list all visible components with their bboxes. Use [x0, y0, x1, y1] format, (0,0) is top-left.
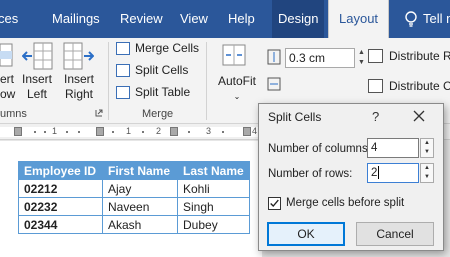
distribute-rows-icon — [368, 49, 383, 63]
ok-button[interactable]: OK — [267, 222, 345, 246]
rows-input[interactable]: 2 — [367, 163, 419, 183]
table-cell[interactable]: Singh — [177, 197, 250, 216]
ruler-tick — [34, 131, 36, 133]
merge-cells-button[interactable]: Merge Cells — [116, 39, 199, 57]
ruler-tick — [222, 131, 224, 133]
merge-cells-icon — [116, 41, 130, 55]
table-cell[interactable]: Dubey — [177, 215, 250, 234]
split-cells-icon — [116, 63, 130, 77]
split-table-icon — [116, 85, 130, 99]
tab-mailings[interactable]: Mailings — [52, 0, 100, 38]
tab-review[interactable]: Review — [120, 0, 163, 38]
row-height-stepper[interactable]: ▲ ▼ — [356, 48, 367, 68]
columns-stepper[interactable]: ▲ ▼ — [420, 138, 434, 158]
distribute-columns-icon — [368, 79, 383, 93]
distribute-columns-button[interactable]: Distribute Co — [368, 76, 450, 96]
row-height-input[interactable]: 0.3 cm — [285, 48, 355, 68]
tab-layout[interactable]: Layout — [328, 0, 390, 38]
ruler-tick — [44, 131, 46, 133]
group-label-merge: Merge — [142, 108, 174, 120]
table-header-row: Employee ID First Name Last Name — [18, 161, 250, 180]
distribute-rows-button[interactable]: Distribute Ro — [368, 46, 450, 66]
column-marker[interactable] — [96, 127, 104, 136]
group-separator — [206, 42, 207, 120]
group-separator — [108, 42, 109, 120]
ribbon-tab-bar: ces Mailings Review View Help Design Lay… — [0, 0, 450, 38]
lightbulb-icon[interactable] — [404, 11, 418, 27]
close-icon[interactable] — [412, 109, 426, 123]
group-label-rows-columns: umns — [0, 108, 27, 120]
rows-stepper[interactable]: ▲ ▼ — [420, 163, 434, 183]
insert-below-button[interactable]: ert ow — [0, 72, 15, 102]
split-cells-dialog: Split Cells ? Number of columns: 4 ▲ ▼ Nu… — [258, 103, 444, 251]
insert-left-button[interactable]: Insert Left — [22, 72, 52, 102]
tab-help[interactable]: Help — [228, 0, 255, 38]
document-page[interactable]: Employee ID First Name Last Name 02212 A… — [0, 141, 262, 257]
header-cell[interactable]: First Name — [102, 161, 178, 180]
ruler-number: 2 — [156, 126, 162, 136]
column-marker[interactable] — [243, 127, 251, 136]
header-cell[interactable]: Last Name — [177, 161, 250, 180]
table-row: 02232 Naveen Singh — [18, 197, 250, 216]
row-height-icon — [267, 49, 281, 65]
table-cell[interactable]: Akash — [102, 215, 178, 234]
column-width-icon — [267, 77, 281, 91]
table-cell[interactable]: Naveen — [102, 197, 178, 216]
header-cell[interactable]: Employee ID — [18, 161, 103, 180]
table-row: 02212 Ajay Kohli — [18, 179, 250, 198]
table-row: 02344 Akash Dubey — [18, 215, 250, 234]
ruler-number: 4 — [252, 126, 258, 136]
dialog-launcher-icon[interactable] — [95, 109, 103, 117]
employee-table[interactable]: Employee ID First Name Last Name 02212 A… — [18, 161, 250, 234]
ruler-tick — [78, 131, 80, 133]
indent-marker[interactable] — [14, 127, 22, 136]
tab-design[interactable]: Design — [272, 0, 325, 38]
dialog-title: Split Cells — [268, 110, 322, 124]
ruler-number: 1 — [126, 126, 132, 136]
ruler-tick — [188, 131, 190, 133]
columns-input[interactable]: 4 — [367, 138, 419, 158]
merge-before-split-checkbox[interactable] — [268, 197, 281, 210]
tab-partial[interactable]: ces — [0, 0, 18, 38]
cancel-button[interactable]: Cancel — [356, 222, 434, 246]
insert-right-icon — [63, 42, 94, 70]
table-cell[interactable]: 02212 — [18, 179, 103, 198]
insert-right-button[interactable]: Insert Right — [64, 72, 94, 102]
table-cell[interactable]: Kohli — [177, 179, 250, 198]
split-table-button[interactable]: Split Table — [116, 83, 190, 101]
rows-label: Number of rows: — [268, 168, 353, 180]
ruler-tick — [66, 131, 68, 133]
insert-left-icon — [22, 42, 53, 70]
table-cell[interactable]: 02344 — [18, 215, 103, 234]
ruler-tick — [112, 131, 114, 133]
split-cells-button[interactable]: Split Cells — [116, 61, 188, 79]
help-button[interactable]: ? — [372, 109, 379, 124]
autofit-button[interactable]: AutoFit ⌄ — [218, 74, 256, 104]
chevron-down-icon: ⌄ — [233, 92, 241, 101]
ruler-number: 3 — [206, 126, 212, 136]
table-cell[interactable]: Ajay — [102, 179, 178, 198]
merge-before-split-label[interactable]: Merge cells before split — [286, 197, 404, 209]
tell-me-box[interactable]: Tell m — [423, 0, 450, 38]
insert-row-icon — [0, 43, 13, 67]
autofit-icon — [222, 44, 246, 66]
ruler-tick — [142, 131, 144, 133]
columns-label: Number of columns: — [268, 143, 371, 155]
ruler-number: 1 — [52, 126, 58, 136]
column-marker[interactable] — [170, 127, 178, 136]
table-cell[interactable]: 02232 — [18, 197, 103, 216]
tab-view[interactable]: View — [180, 0, 208, 38]
